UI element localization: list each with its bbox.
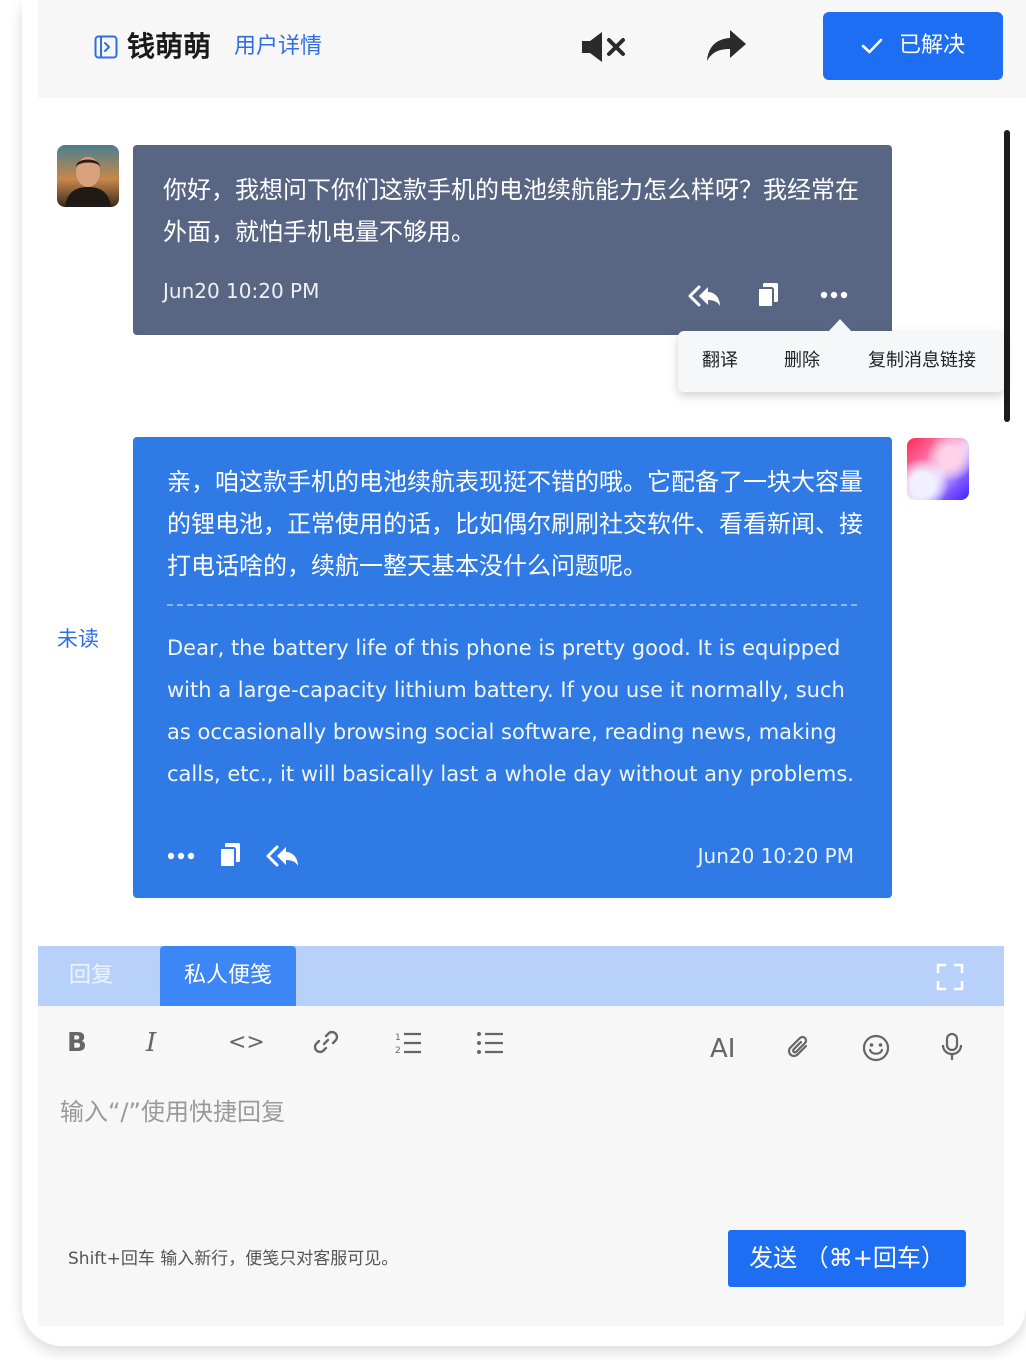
send-button[interactable]: 发送 （⌘+回车） [728, 1230, 966, 1287]
resolve-button[interactable]: 已解决 [823, 12, 1003, 80]
outgoing-message-text: 亲，咱这款手机的电池续航表现挺不错的哦。它配备了一块大容量的锂电池，正常使用的话… [167, 468, 863, 580]
composer-tab-bar: 回复 私人便笺 [38, 946, 1004, 1006]
customer-avatar[interactable] [57, 145, 119, 207]
incoming-message-text: 你好，我想问下你们这款手机的电池续航能力怎么样呀？我经常在外面，就怕手机电量不够… [163, 176, 859, 246]
incoming-message: 你好，我想问下你们这款手机的电池续航能力怎么样呀？我经常在外面，就怕手机电量不够… [133, 145, 892, 335]
reply-all-icon[interactable] [688, 283, 722, 309]
message-input[interactable] [60, 1092, 960, 1132]
menu-item-copy-link[interactable]: 复制消息链接 [868, 347, 976, 375]
message-context-menu: 翻译 删除 复制消息链接 [678, 319, 1004, 392]
bullet-list-icon[interactable] [476, 1030, 504, 1056]
tab-reply[interactable]: 回复 [38, 946, 144, 1006]
bold-button[interactable]: B [67, 1028, 87, 1058]
outgoing-message-time: Jun20 10:20 PM [697, 844, 854, 868]
composer: 回复 私人便笺 B I <> 1 2 AI 输入“/”使用快捷回复 Shift+… [38, 946, 1004, 1326]
unread-label: 未读 [57, 627, 99, 651]
attachment-icon[interactable] [786, 1034, 812, 1062]
copy-icon[interactable] [218, 841, 242, 869]
agent-avatar[interactable] [907, 438, 969, 500]
link-icon[interactable] [312, 1028, 340, 1056]
translation-divider [167, 604, 857, 606]
forward-icon[interactable] [705, 28, 747, 64]
outgoing-message: 亲，咱这款手机的电池续航表现挺不错的哦。它配备了一块大容量的锂电池，正常使用的话… [133, 437, 892, 898]
copy-icon[interactable] [756, 281, 780, 309]
composer-hint: Shift+回车 输入新行，便笺只对客服可见。 [68, 1249, 399, 1269]
outgoing-message-translation: Dear, the battery life of this phone is … [167, 636, 854, 786]
menu-item-translate[interactable]: 翻译 [702, 347, 738, 375]
microphone-icon[interactable] [940, 1032, 964, 1062]
incoming-message-time: Jun20 10:20 PM [163, 279, 320, 303]
tab-private-note[interactable]: 私人便笺 [160, 946, 296, 1006]
check-icon [861, 38, 883, 54]
svg-text:2: 2 [395, 1046, 401, 1056]
conversation-header: 钱萌萌 用户详情 已解决 [38, 0, 1026, 98]
code-button[interactable]: <> [228, 1028, 265, 1058]
resolve-label: 已解决 [898, 33, 965, 58]
ordered-list-icon[interactable]: 1 2 [394, 1030, 422, 1056]
user-detail-link[interactable]: 用户详情 [234, 32, 322, 62]
chat-window: 钱萌萌 用户详情 已解决 你好，我想问下你们这款手机的电池续航能力怎么样呀？我经… [22, 0, 1026, 1346]
svg-text:1: 1 [395, 1033, 401, 1043]
more-icon[interactable] [820, 291, 848, 299]
more-icon[interactable] [167, 852, 195, 860]
customer-name: 钱萌萌 [127, 30, 212, 63]
scrollbar[interactable] [1004, 130, 1010, 422]
emoji-icon[interactable] [862, 1034, 890, 1062]
ai-button[interactable]: AI [710, 1034, 735, 1064]
menu-item-delete[interactable]: 删除 [784, 347, 820, 375]
mute-icon[interactable] [580, 30, 628, 64]
italic-button[interactable]: I [146, 1028, 156, 1058]
reply-all-icon[interactable] [266, 843, 300, 869]
sidebar-toggle-icon[interactable] [94, 35, 118, 59]
expand-icon[interactable] [936, 963, 964, 991]
menu-caret [828, 319, 852, 332]
